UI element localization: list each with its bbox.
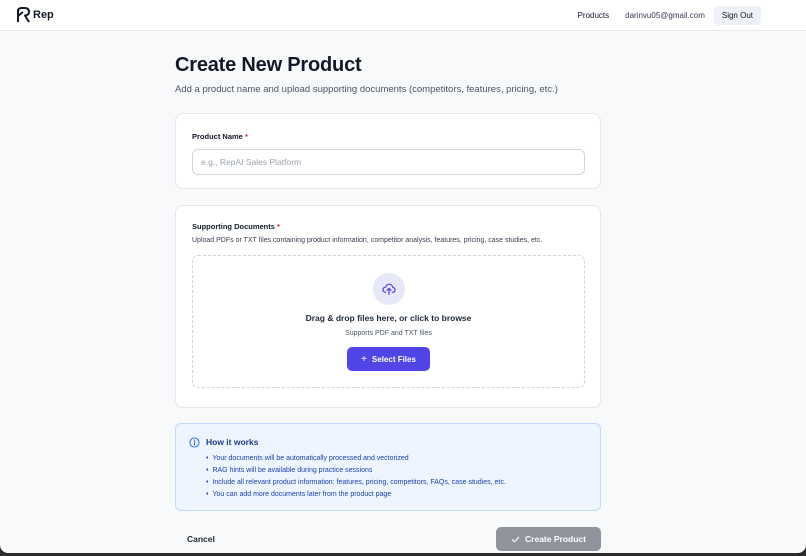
cancel-button[interactable]: Cancel: [187, 534, 215, 544]
product-name-label-text: Product Name: [192, 132, 243, 141]
create-product-label: Create Product: [525, 534, 586, 544]
select-files-label: Select Files: [371, 354, 416, 364]
nav-right: Products darinvu05@gmail.com Sign Out: [578, 0, 761, 31]
logo-text: Rep: [33, 9, 54, 21]
how-it-works-panel: How it works Your documents will be auto…: [175, 423, 601, 511]
product-name-card: Product Name *: [175, 113, 601, 189]
product-name-input[interactable]: [192, 149, 585, 175]
plus-icon: +: [361, 353, 367, 365]
rep-logo-icon: [17, 7, 30, 23]
how-it-works-title: How it works: [206, 437, 259, 447]
sign-out-button[interactable]: Sign Out: [713, 6, 761, 25]
upload-cloud-icon: [382, 283, 396, 295]
create-product-button[interactable]: Create Product: [496, 527, 601, 551]
select-files-button[interactable]: + Select Files: [347, 347, 430, 371]
top-navbar: Rep Products darinvu05@gmail.com Sign Ou…: [0, 0, 806, 31]
check-icon: [511, 536, 520, 542]
nav-products-link[interactable]: Products: [578, 11, 610, 20]
file-dropzone[interactable]: Drag & drop files here, or click to brow…: [192, 255, 585, 388]
list-item: You can add more documents later from th…: [206, 489, 506, 501]
supporting-documents-label: Supporting Documents *: [192, 222, 584, 231]
main-content: Create New Product Add a product name an…: [175, 31, 601, 551]
info-icon: [189, 437, 200, 448]
logo[interactable]: Rep: [16, 7, 54, 23]
page-title: Create New Product: [175, 54, 362, 76]
app-window: Rep Products darinvu05@gmail.com Sign Ou…: [0, 0, 806, 553]
upload-icon-circle: [373, 273, 405, 305]
required-mark: *: [244, 132, 248, 141]
documents-helper-text: Upload PDFs or TXT files containing prod…: [192, 237, 543, 244]
dropzone-subtitle: Supports PDF and TXT files: [345, 330, 432, 337]
list-item: Your documents will be automatically pro…: [206, 453, 506, 465]
product-name-label: Product Name *: [192, 132, 584, 141]
page-subtitle: Add a product name and upload supporting…: [175, 84, 558, 95]
required-mark: *: [277, 222, 280, 231]
supporting-documents-label-text: Supporting Documents: [192, 222, 275, 231]
dropzone-title: Drag & drop files here, or click to brow…: [305, 313, 472, 323]
user-email: darinvu05@gmail.com: [625, 11, 705, 20]
list-item: RAG hints will be available during pract…: [206, 465, 506, 477]
supporting-documents-card: Supporting Documents * Upload PDFs or TX…: [175, 205, 601, 408]
how-it-works-list: Your documents will be automatically pro…: [206, 453, 506, 501]
list-item: Include all relevant product information…: [206, 477, 505, 489]
